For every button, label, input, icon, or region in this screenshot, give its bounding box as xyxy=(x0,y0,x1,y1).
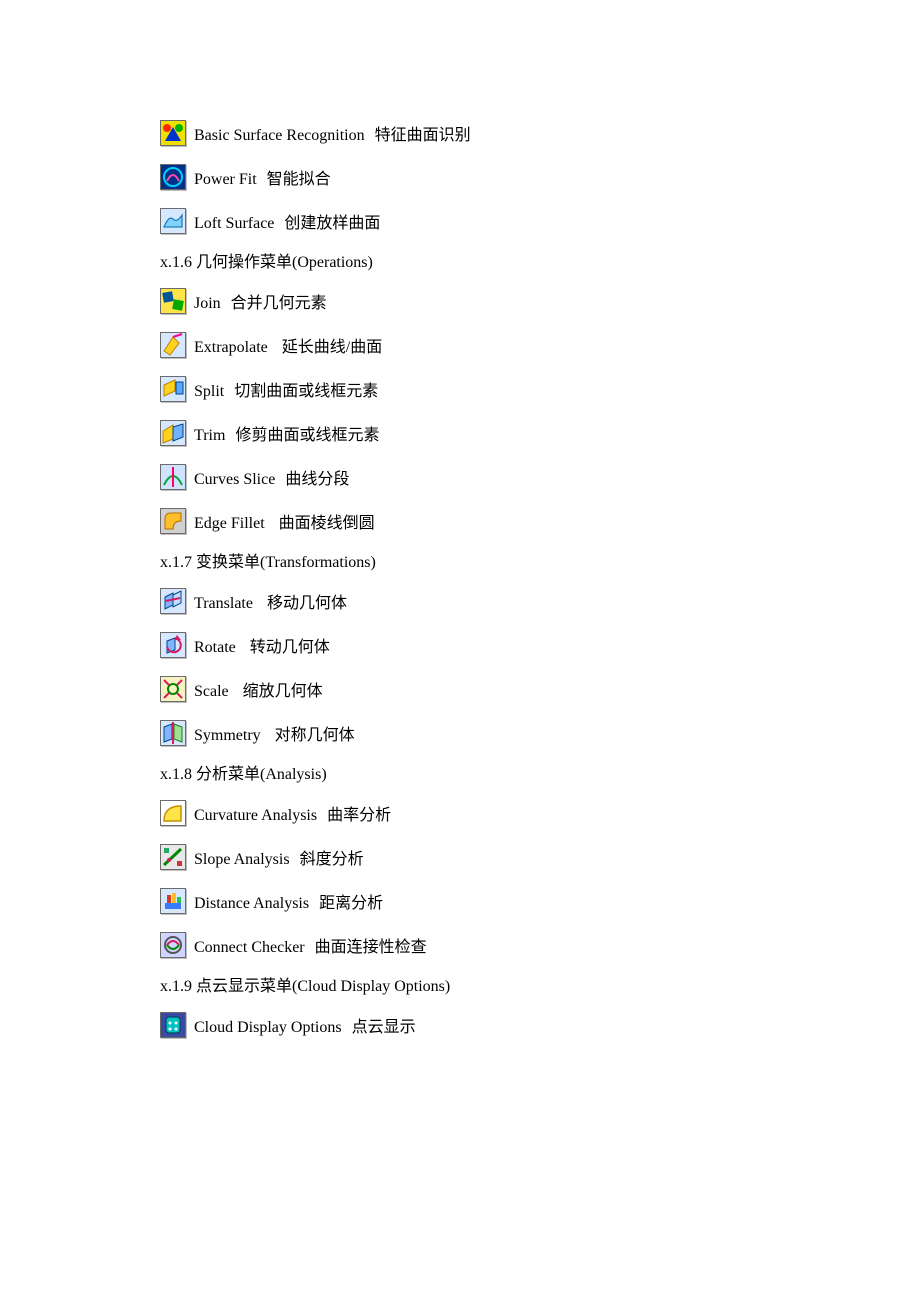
label-english: Power Fit xyxy=(194,170,257,190)
menu-item-row: Slope Analysis 斜度分析 xyxy=(160,844,760,870)
label-english: Basic Surface Recognition xyxy=(194,126,365,146)
connect-checker-icon xyxy=(160,932,186,958)
section-heading: x.1.8 分析菜单(Analysis) xyxy=(160,764,760,786)
trim-icon xyxy=(160,420,186,446)
label-chinese: 距离分析 xyxy=(319,894,383,914)
basic-surface-recognition-icon xyxy=(160,120,186,146)
slope-analysis-icon xyxy=(160,844,186,870)
label-chinese: 延长曲线/曲面 xyxy=(282,338,382,358)
label-chinese: 创建放样曲面 xyxy=(284,214,380,234)
menu-item-row: Rotate 转动几何体 xyxy=(160,632,760,658)
label-chinese: 特征曲面识别 xyxy=(375,126,471,146)
menu-item-row: Extrapolate 延长曲线/曲面 xyxy=(160,332,760,358)
label-english: Scale xyxy=(194,682,229,702)
menu-item-row: Split 切割曲面或线框元素 xyxy=(160,376,760,402)
label-chinese: 移动几何体 xyxy=(267,594,347,614)
label-english: Curves Slice xyxy=(194,470,275,490)
label-chinese: 曲率分析 xyxy=(327,806,391,826)
distance-analysis-icon xyxy=(160,888,186,914)
label-chinese: 对称几何体 xyxy=(275,726,355,746)
section-heading: x.1.7 变换菜单(Transformations) xyxy=(160,552,760,574)
menu-item-row: Curves Slice 曲线分段 xyxy=(160,464,760,490)
menu-item-row: Power Fit 智能拟合 xyxy=(160,164,760,190)
extrapolate-icon xyxy=(160,332,186,358)
label-english: Edge Fillet xyxy=(194,514,265,534)
menu-item-row: Translate 移动几何体 xyxy=(160,588,760,614)
label-english: Split xyxy=(194,382,224,402)
power-fit-icon xyxy=(160,164,186,190)
label-english: Rotate xyxy=(194,638,236,658)
curves-slice-icon xyxy=(160,464,186,490)
label-english: Loft Surface xyxy=(194,214,274,234)
menu-item-row: Curvature Analysis 曲率分析 xyxy=(160,800,760,826)
menu-item-row: Scale 缩放几何体 xyxy=(160,676,760,702)
label-english: Join xyxy=(194,294,221,314)
label-chinese: 切割曲面或线框元素 xyxy=(234,382,378,402)
curvature-analysis-icon xyxy=(160,800,186,826)
label-chinese: 点云显示 xyxy=(352,1018,416,1038)
label-english: Trim xyxy=(194,426,225,446)
label-english: Curvature Analysis xyxy=(194,806,317,826)
menu-item-row: Join 合并几何元素 xyxy=(160,288,760,314)
cloud-display-options-icon xyxy=(160,1012,186,1038)
label-english: Slope Analysis xyxy=(194,850,290,870)
menu-item-row: Distance Analysis 距离分析 xyxy=(160,888,760,914)
label-english: Connect Checker xyxy=(194,938,305,958)
rotate-icon xyxy=(160,632,186,658)
label-english: Translate xyxy=(194,594,253,614)
label-chinese: 曲面棱线倒圆 xyxy=(279,514,375,534)
label-chinese: 斜度分析 xyxy=(300,850,364,870)
label-chinese: 修剪曲面或线框元素 xyxy=(235,426,379,446)
section-heading: x.1.6 几何操作菜单(Operations) xyxy=(160,252,760,274)
scale-icon xyxy=(160,676,186,702)
label-english: Distance Analysis xyxy=(194,894,309,914)
label-english: Extrapolate xyxy=(194,338,268,358)
split-icon xyxy=(160,376,186,402)
edge-fillet-icon xyxy=(160,508,186,534)
section-heading: x.1.9 点云显示菜单(Cloud Display Options) xyxy=(160,976,760,998)
symmetry-icon xyxy=(160,720,186,746)
label-chinese: 曲面连接性检查 xyxy=(315,938,427,958)
menu-item-row: Trim 修剪曲面或线框元素 xyxy=(160,420,760,446)
translate-icon xyxy=(160,588,186,614)
loft-surface-icon xyxy=(160,208,186,234)
label-chinese: 缩放几何体 xyxy=(243,682,323,702)
menu-item-row: Edge Fillet 曲面棱线倒圆 xyxy=(160,508,760,534)
menu-item-row: Loft Surface 创建放样曲面 xyxy=(160,208,760,234)
label-chinese: 智能拟合 xyxy=(267,170,331,190)
label-chinese: 曲线分段 xyxy=(285,470,349,490)
label-english: Symmetry xyxy=(194,726,261,746)
menu-item-row: Symmetry 对称几何体 xyxy=(160,720,760,746)
menu-item-row: Connect Checker 曲面连接性检查 xyxy=(160,932,760,958)
join-icon xyxy=(160,288,186,314)
label-english: Cloud Display Options xyxy=(194,1018,342,1038)
label-chinese: 转动几何体 xyxy=(250,638,330,658)
menu-item-row: Cloud Display Options 点云显示 xyxy=(160,1012,760,1038)
label-chinese: 合并几何元素 xyxy=(231,294,327,314)
menu-item-row: Basic Surface Recognition 特征曲面识别 xyxy=(160,120,760,146)
